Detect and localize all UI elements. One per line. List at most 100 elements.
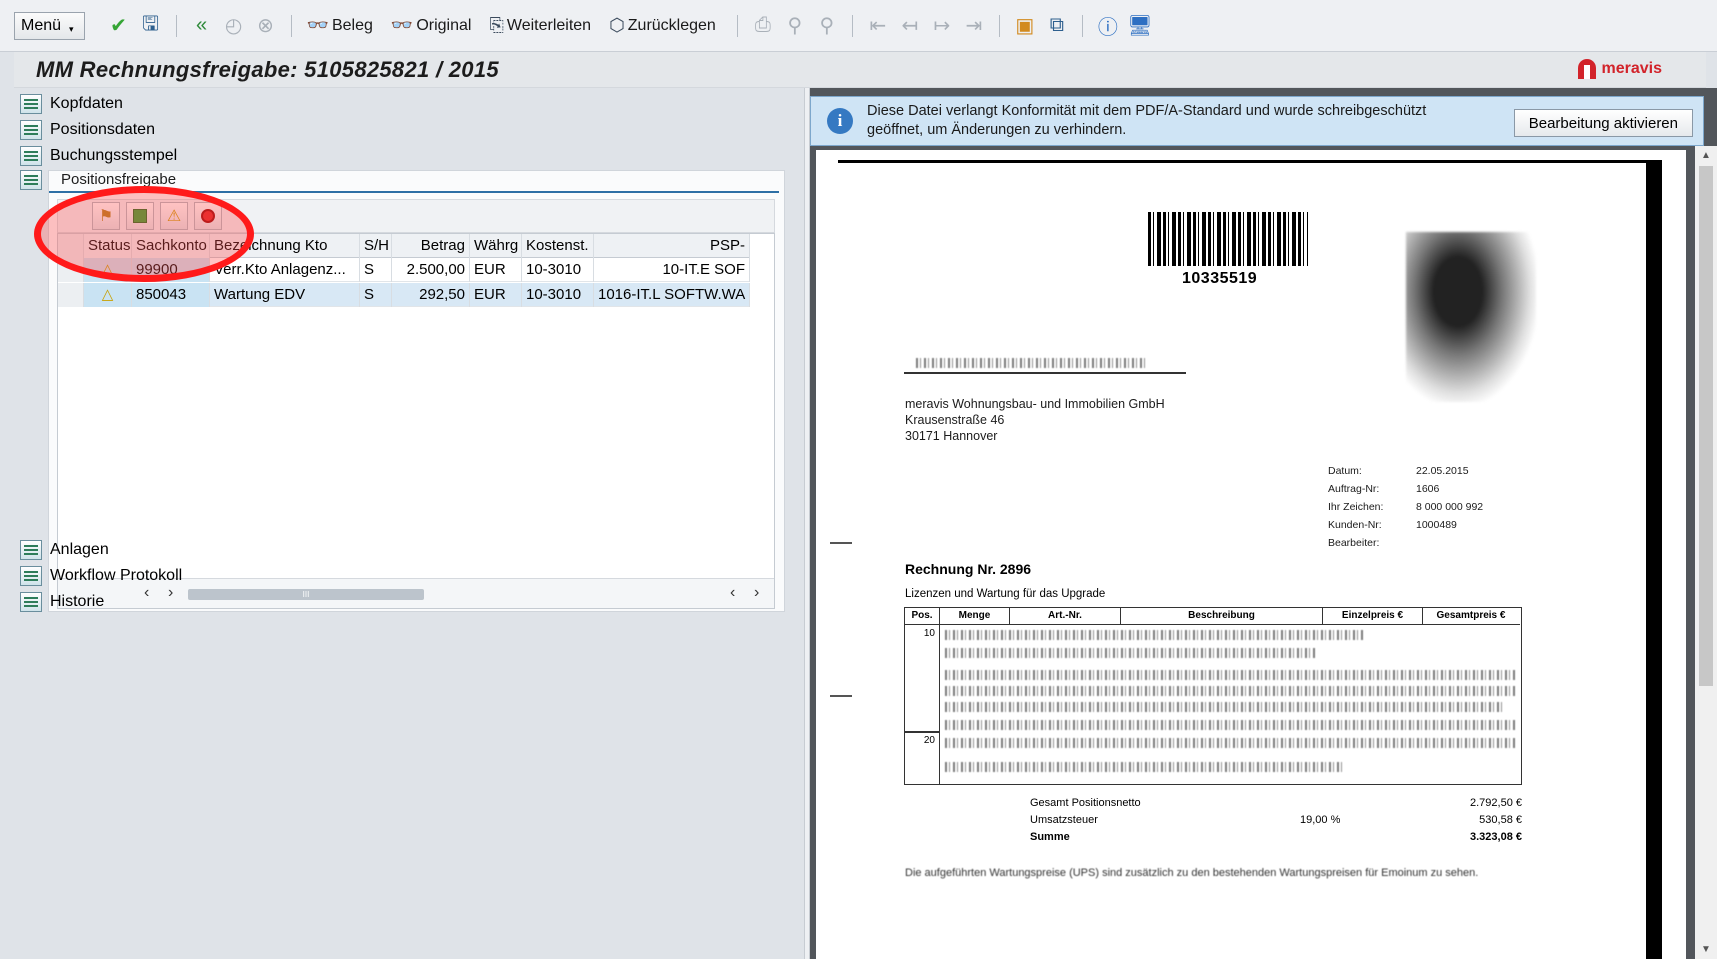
meta-key: Datum:: [1328, 465, 1362, 477]
save-icon[interactable]: 🖫: [138, 13, 164, 39]
meta-row: Bearbeiter:: [1328, 534, 1483, 552]
pdf-page: 10335519 meravis Wohnungsbau- und Immobi…: [816, 150, 1686, 959]
last-page-icon[interactable]: ⇥: [961, 13, 987, 39]
positionsfreigabe-panel: Positionsfreigabe ⚑ ⚠ Status Sachkonto B…: [48, 170, 785, 612]
new-session-icon[interactable]: ▣: [1012, 13, 1038, 39]
meta-value: 1000489: [1416, 519, 1457, 531]
print-icon[interactable]: ⎙: [750, 13, 776, 39]
cancel-icon[interactable]: ⊗: [253, 13, 279, 39]
blurred-text-line: [945, 738, 1515, 748]
approve-green-button[interactable]: [126, 202, 154, 230]
pdf-viewer: i Diese Datei verlangt Konformität mit d…: [810, 88, 1717, 959]
exit-icon[interactable]: ◴: [221, 13, 247, 39]
blurred-text-line: [945, 630, 1365, 640]
meta-value: 8 000 000 992: [1416, 501, 1484, 513]
help-icon[interactable]: ⓘ: [1095, 13, 1121, 39]
row-selector[interactable]: [58, 258, 84, 282]
sum-value: 3.323,08 €: [1470, 831, 1522, 843]
cell-waehrung: EUR: [470, 283, 522, 307]
table-row[interactable]: △ 850043 Wartung EDV S 292,50 EUR 10-301…: [58, 283, 750, 307]
warning-button[interactable]: ⚠: [160, 202, 188, 230]
barcode-number: 10335519: [1182, 270, 1258, 287]
col-header-sh[interactable]: S/H: [360, 234, 392, 258]
blurred-text-line: [945, 762, 1345, 772]
tree-node-icon: [20, 540, 42, 560]
forward-icon: ⎘: [489, 15, 504, 35]
scroll-up-icon[interactable]: ▲: [1701, 150, 1711, 161]
col-header-kostenstelle[interactable]: Kostenst.: [522, 234, 594, 258]
cell-sachkonto: 850043: [132, 283, 210, 307]
layout-icon[interactable]: 🖥: [1127, 13, 1153, 39]
invoice-col-header: Einzelpreis €: [1323, 608, 1423, 624]
col-header-betrag[interactable]: Betrag: [392, 234, 470, 258]
nav-workflow-protokoll[interactable]: Workflow Protokoll: [20, 566, 182, 586]
scroll-right-end-icon[interactable]: ›: [754, 584, 759, 602]
position-number: 10: [923, 628, 935, 639]
meta-value: 22.05.2015: [1416, 465, 1469, 477]
invoice-table-header: Pos. Menge Art.-Nr. Beschreibung Einzelp…: [905, 608, 1520, 625]
nav-label: Positionsdaten: [50, 121, 155, 138]
original-label: Original: [416, 16, 472, 34]
position-separator: [905, 731, 940, 733]
col-header-bezeichnung[interactable]: Bezeichnung Kto: [210, 234, 360, 258]
row-selector[interactable]: [58, 283, 84, 307]
positions-grid: Status Sachkonto Bezeichnung Kto S/H Bet…: [57, 233, 775, 609]
scroll-thumb[interactable]: [1699, 166, 1713, 686]
meta-row: Kunden-Nr: 1000489: [1328, 516, 1483, 534]
next-page-icon[interactable]: ↦: [929, 13, 955, 39]
nav-historie[interactable]: Historie: [20, 592, 104, 612]
tree-node-open-icon: [20, 170, 42, 190]
table-row[interactable]: △ 99900 Verr.Kto Anlagenz... S 2.500,00 …: [58, 258, 750, 282]
sum-value: 530,58 €: [1479, 814, 1522, 826]
back-icon[interactable]: «: [189, 13, 215, 39]
col-header-status[interactable]: Status: [84, 234, 132, 258]
nav-buchungsstempel[interactable]: Buchungsstempel: [20, 146, 177, 166]
nav-anlagen[interactable]: Anlagen: [20, 540, 109, 560]
scroll-down-icon[interactable]: ▼: [1701, 944, 1711, 955]
menu-button[interactable]: Menü ▾: [14, 11, 85, 40]
zuruecklegen-label: Zurücklegen: [627, 16, 716, 34]
nav-label: Buchungsstempel: [50, 147, 178, 164]
scroll-left-end-icon[interactable]: ‹: [730, 584, 735, 602]
toolbar-separator: [998, 14, 1000, 37]
weiterleiten-button[interactable]: ⎘ Weiterleiten: [489, 15, 591, 36]
reject-red-button[interactable]: [194, 202, 222, 230]
blurred-text-line: [945, 686, 1515, 696]
tab-positionsfreigabe[interactable]: Positionsfreigabe: [49, 171, 779, 193]
position-number: 20: [923, 735, 935, 746]
invoice-title: Rechnung Nr. 2896: [905, 561, 1032, 577]
previous-page-icon[interactable]: ↤: [897, 13, 923, 39]
fold-mark: [830, 695, 852, 697]
vertical-scrollbar[interactable]: ▲ ▼: [1695, 146, 1717, 959]
col-header-sachkonto[interactable]: Sachkonto: [132, 234, 210, 258]
scroll-left-icon[interactable]: ‹: [144, 584, 149, 602]
confirm-check-icon[interactable]: ✔: [106, 13, 132, 39]
nav-kopfdaten[interactable]: Kopfdaten: [20, 94, 123, 114]
invoice-col-header: Pos.: [905, 608, 940, 624]
scroll-thumb[interactable]: III: [188, 589, 424, 600]
info-message: Diese Datei verlangt Konformität mit dem…: [867, 103, 1427, 138]
col-header-psp[interactable]: PSP-: [594, 234, 750, 258]
enable-editing-button[interactable]: Bearbeitung aktivieren: [1513, 109, 1693, 137]
shortcut-icon[interactable]: ⧉: [1044, 13, 1070, 39]
menu-label: Menü: [21, 16, 62, 34]
find-next-icon[interactable]: ⚲: [814, 13, 840, 39]
col-header-waehrung[interactable]: Währg: [470, 234, 522, 258]
nav-positionsfreigabe-toggle[interactable]: [20, 170, 42, 190]
toolbar-separator: [851, 14, 853, 37]
find-icon[interactable]: ⚲: [782, 13, 808, 39]
zuruecklegen-button[interactable]: ⬡ Zurücklegen: [609, 15, 716, 36]
select-all-cell[interactable]: [58, 234, 84, 258]
original-button[interactable]: 👓 Original: [391, 15, 472, 36]
flag-button[interactable]: ⚑: [92, 202, 120, 230]
scroll-right-icon[interactable]: ›: [168, 584, 173, 602]
nav-positionsdaten[interactable]: Positionsdaten: [20, 120, 155, 140]
box-icon: ⬡: [609, 15, 625, 35]
info-icon: i: [827, 108, 853, 134]
first-page-icon[interactable]: ⇤: [865, 13, 891, 39]
blurred-sender-line: [916, 358, 1146, 368]
glasses-icon: 👓: [306, 15, 329, 35]
caret-down-icon: ▾: [69, 24, 74, 34]
invoice-subtitle: Lizenzen und Wartung für das Upgrade: [905, 588, 1106, 600]
beleg-button[interactable]: 👓 Beleg: [307, 15, 373, 36]
